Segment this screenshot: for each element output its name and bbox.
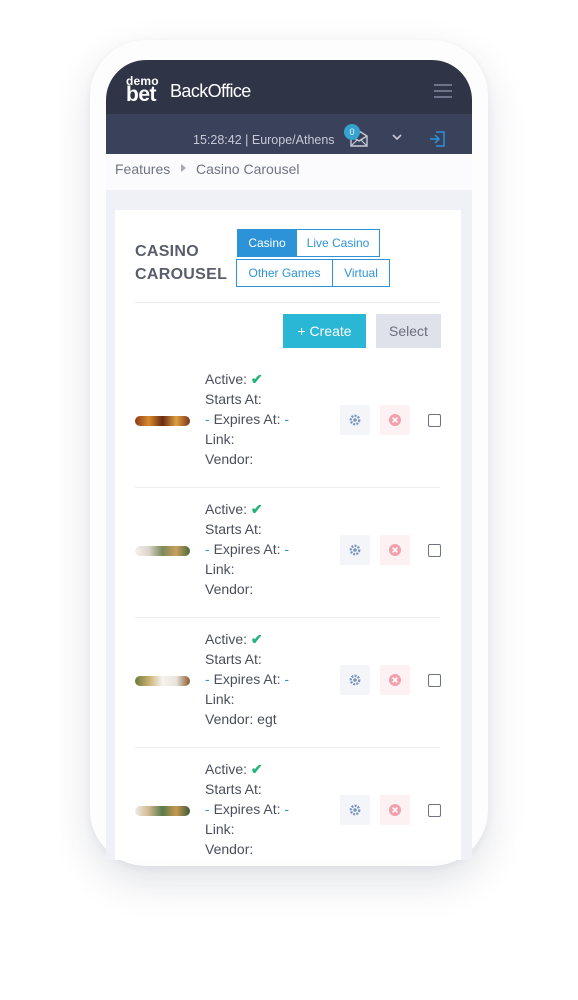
- status-bar: 15:28:42 | Europe/Athens 0: [106, 114, 472, 154]
- gear-icon: [349, 674, 361, 686]
- row-checkbox[interactable]: [428, 674, 441, 687]
- starts-at-value: -: [205, 671, 210, 687]
- starts-at-value: -: [205, 801, 210, 817]
- logo[interactable]: demo bet: [126, 75, 159, 105]
- select-button[interactable]: Select: [376, 314, 441, 348]
- starts-at-label: Starts At:: [205, 391, 262, 407]
- vendor-label: Vendor:: [205, 841, 254, 857]
- item-info: Active: ✔ Starts At: - Expires At: - Lin…: [205, 499, 289, 599]
- active-label: Active:: [205, 631, 248, 647]
- page-title: CASINO CAROUSEL: [135, 240, 227, 286]
- active-label: Active:: [205, 501, 248, 517]
- link-label: Link:: [205, 431, 235, 447]
- hamburger-icon[interactable]: [434, 84, 452, 98]
- app-title: BackOffice: [170, 81, 251, 101]
- expires-at-value: -: [284, 671, 290, 687]
- logo-bet-text: bet: [126, 83, 156, 106]
- delete-button[interactable]: [380, 405, 410, 435]
- starts-at-value: -: [205, 411, 210, 427]
- tab-casino[interactable]: Casino: [237, 229, 297, 257]
- carousel-thumbnail: [135, 546, 190, 556]
- casino-carousel-card: CASINO CAROUSEL Casino Live Casino Other…: [115, 210, 461, 860]
- expires-at-label: Expires At:: [213, 541, 281, 557]
- close-circle-icon: [389, 414, 401, 426]
- delete-button[interactable]: [380, 665, 410, 695]
- gear-icon: [349, 804, 361, 816]
- tab-virtual[interactable]: Virtual: [332, 259, 390, 287]
- settings-button[interactable]: [340, 535, 370, 565]
- breadcrumb: Features Casino Carousel: [106, 154, 472, 190]
- logout-icon[interactable]: [428, 130, 446, 148]
- list-item: Active: ✔ Starts At: - Expires At: - Lin…: [135, 618, 441, 748]
- delete-button[interactable]: [380, 535, 410, 565]
- divider: [135, 302, 440, 303]
- active-label: Active:: [205, 761, 248, 777]
- expires-at-label: Expires At:: [213, 801, 281, 817]
- expires-at-label: Expires At:: [213, 411, 281, 427]
- vendor-label: Vendor:: [205, 711, 254, 727]
- item-info: Active: ✔ Starts At: - Expires At: - Lin…: [205, 369, 289, 469]
- breadcrumb-separator-icon: [181, 164, 186, 172]
- vendor-value: egt: [257, 711, 277, 727]
- carousel-thumbnail: [135, 806, 190, 816]
- list-item: Active: ✔ Starts At: - Expires At: - Lin…: [135, 488, 441, 618]
- server-clock: 15:28:42 | Europe/Athens: [193, 133, 335, 147]
- vendor-label: Vendor:: [205, 451, 254, 467]
- carousel-thumbnail: [135, 416, 190, 426]
- carousel-thumbnail: [135, 676, 190, 686]
- page-title-line2: CAROUSEL: [135, 266, 228, 283]
- delete-button[interactable]: [380, 795, 410, 825]
- close-circle-icon: [389, 674, 401, 686]
- row-checkbox[interactable]: [428, 414, 441, 427]
- mail-count-badge: 0: [344, 124, 360, 140]
- item-info: Active: ✔ Starts At: - Expires At: - Lin…: [205, 629, 289, 729]
- row-checkbox[interactable]: [428, 804, 441, 817]
- starts-at-label: Starts At:: [205, 781, 262, 797]
- settings-button[interactable]: [340, 405, 370, 435]
- expires-at-value: -: [284, 411, 290, 427]
- expires-at-value: -: [284, 801, 290, 817]
- check-icon: ✔: [250, 501, 263, 517]
- close-circle-icon: [389, 544, 401, 556]
- row-checkbox[interactable]: [428, 544, 441, 557]
- settings-button[interactable]: [340, 795, 370, 825]
- close-circle-icon: [389, 804, 401, 816]
- starts-at-label: Starts At:: [205, 521, 262, 537]
- list-item: Active: ✔ Starts At: - Expires At: - Lin…: [135, 358, 441, 488]
- breadcrumb-casino-carousel: Casino Carousel: [196, 161, 300, 177]
- breadcrumb-features[interactable]: Features: [115, 161, 170, 177]
- tab-other-games[interactable]: Other Games: [236, 259, 333, 287]
- gear-icon: [349, 414, 361, 426]
- link-label: Link:: [205, 691, 235, 707]
- expires-at-value: -: [284, 541, 290, 557]
- list-item: Active: ✔ Starts At: - Expires At: - Lin…: [135, 748, 441, 860]
- page-title-line1: CASINO: [135, 243, 200, 260]
- starts-at-label: Starts At:: [205, 651, 262, 667]
- app-screen: demo bet BackOffice 15:28:42 | Europe/At…: [106, 60, 472, 860]
- top-navbar: demo bet BackOffice: [106, 60, 472, 114]
- vendor-label: Vendor:: [205, 581, 254, 597]
- check-icon: ✔: [250, 761, 263, 777]
- item-info: Active: ✔ Starts At: - Expires At: - Lin…: [205, 759, 289, 859]
- gear-icon: [349, 544, 361, 556]
- create-button[interactable]: + Create: [283, 314, 366, 348]
- link-label: Link:: [205, 561, 235, 577]
- link-label: Link:: [205, 821, 235, 837]
- settings-button[interactable]: [340, 665, 370, 695]
- check-icon: ✔: [250, 631, 263, 647]
- check-icon: ✔: [250, 371, 263, 387]
- tab-live-casino[interactable]: Live Casino: [296, 229, 380, 257]
- starts-at-value: -: [205, 541, 210, 557]
- chevron-down-icon[interactable]: [392, 134, 402, 140]
- active-label: Active:: [205, 371, 248, 387]
- expires-at-label: Expires At:: [213, 671, 281, 687]
